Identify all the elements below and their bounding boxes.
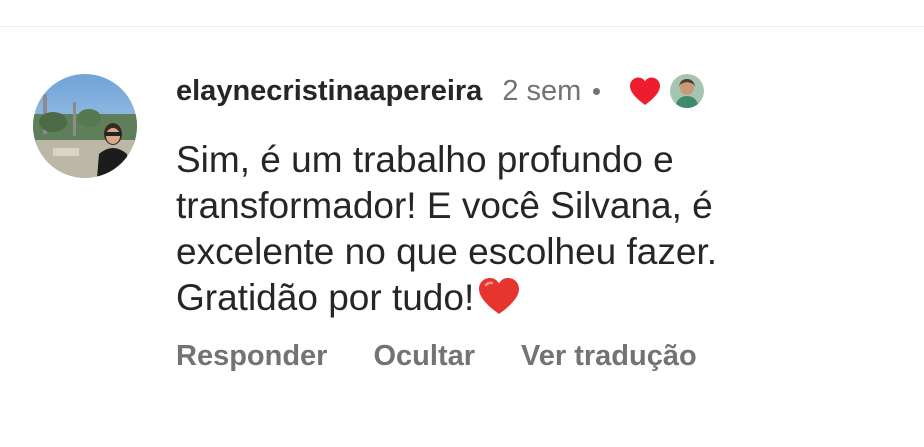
heart-icon[interactable]	[628, 76, 662, 106]
comment-text-block: Sim, é um trabalho profundo e transforma…	[176, 137, 796, 327]
heart-emoji-icon	[476, 276, 522, 327]
timestamp: 2 sem	[502, 74, 582, 107]
comment-text: Sim, é um trabalho profundo e transforma…	[176, 139, 717, 318]
top-divider	[0, 26, 924, 27]
author-like-avatar	[670, 74, 705, 108]
comment-actions: Responder Ocultar Ver tradução	[176, 340, 697, 373]
username[interactable]: elaynecristinaapereira	[176, 75, 482, 108]
reply-button[interactable]: Responder	[176, 340, 327, 373]
separator-dot	[593, 87, 601, 95]
hide-button[interactable]: Ocultar	[373, 340, 475, 373]
commenter-avatar[interactable]	[33, 74, 137, 178]
translate-button[interactable]: Ver tradução	[521, 340, 697, 373]
comment-header: elaynecristinaapereira 2 sem	[176, 70, 705, 112]
